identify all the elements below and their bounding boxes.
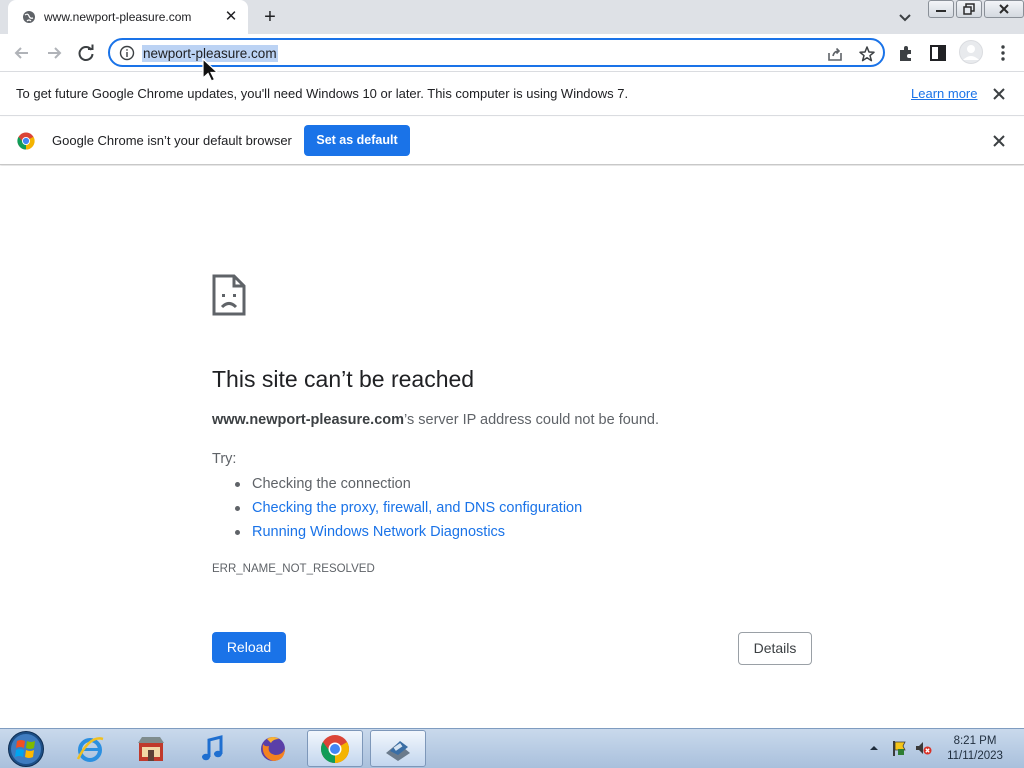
- browser-toolbar: newport-pleasure.com: [0, 34, 1024, 72]
- sad-page-icon: [212, 274, 246, 316]
- suggestion-link[interactable]: Running Windows Network Diagnostics: [232, 522, 582, 546]
- share-icon[interactable]: [826, 45, 844, 63]
- minimize-button[interactable]: [928, 0, 954, 18]
- suggestion-item: Checking the connection: [232, 474, 582, 498]
- suggestion-label[interactable]: Checking the proxy, firewall, and DNS co…: [252, 500, 582, 516]
- error-title: This site can’t be reached: [212, 366, 475, 392]
- reload-button[interactable]: Reload: [212, 632, 286, 663]
- screen: www.newport-pleasure.com ✕ + newport-ple…: [0, 0, 1024, 768]
- try-label: Try:: [212, 451, 237, 467]
- start-orb-icon[interactable]: [6, 730, 46, 768]
- side-panel-icon[interactable]: [928, 43, 948, 63]
- close-icon[interactable]: [991, 133, 1007, 149]
- chrome-icon: [321, 734, 349, 763]
- reload-icon[interactable]: [75, 42, 97, 64]
- action-center-flag-icon[interactable]: [890, 739, 908, 757]
- suggestion-link[interactable]: Checking the proxy, firewall, and DNS co…: [232, 498, 582, 522]
- update-infobar: To get future Google Chrome updates, you…: [0, 72, 1024, 116]
- menu-kebab-icon[interactable]: [993, 43, 1013, 63]
- forward-arrow-icon[interactable]: [43, 42, 65, 64]
- address-bar[interactable]: newport-pleasure.com: [108, 38, 885, 67]
- windows-taskbar: 8:21 PM 11/11/2023: [0, 728, 1024, 768]
- error-description: www.newport-pleasure.com’s server IP add…: [212, 412, 659, 428]
- bookmark-star-icon[interactable]: [858, 45, 876, 63]
- new-tab-button[interactable]: +: [259, 6, 281, 28]
- clock-date: 11/11/2023: [947, 750, 1003, 762]
- default-browser-infobar: Google Chrome isn’t your default browser…: [0, 117, 1024, 165]
- tab-strip: www.newport-pleasure.com ✕ +: [0, 0, 1024, 34]
- app-icon: [386, 740, 410, 761]
- error-code: ERR_NAME_NOT_RESOLVED: [212, 563, 375, 575]
- firefox-icon: [261, 736, 285, 761]
- suggestion-label: Checking the connection: [252, 476, 411, 492]
- info-icon[interactable]: [119, 45, 135, 61]
- taskbar-app[interactable]: [184, 730, 240, 767]
- back-arrow-icon[interactable]: [11, 42, 33, 64]
- update-message: To get future Google Chrome updates, you…: [16, 86, 629, 101]
- error-host: www.newport-pleasure.com: [212, 412, 405, 428]
- mouse-cursor-icon: [202, 58, 220, 82]
- taskbar-app[interactable]: [123, 730, 179, 767]
- person-icon: [963, 45, 979, 60]
- suggestion-label[interactable]: Running Windows Network Diagnostics: [252, 524, 505, 540]
- taskbar-app[interactable]: [245, 730, 301, 767]
- browser-tab[interactable]: www.newport-pleasure.com ✕: [8, 0, 248, 34]
- tab-title: www.newport-pleasure.com: [44, 10, 192, 24]
- set-as-default-button[interactable]: Set as default: [304, 125, 410, 156]
- globe-icon: [23, 11, 35, 23]
- default-browser-message: Google Chrome isn’t your default browser: [52, 133, 292, 148]
- close-window-button[interactable]: [984, 0, 1024, 18]
- error-page: This site can’t be reached www.newport-p…: [0, 166, 1024, 728]
- profile-avatar[interactable]: [959, 40, 983, 64]
- window-controls: [928, 0, 1024, 18]
- clock-time: 8:21 PM: [953, 735, 997, 747]
- chrome-logo-icon: [17, 132, 35, 150]
- itunes-icon: [202, 734, 223, 760]
- store-icon: [138, 736, 164, 761]
- show-hidden-icons-icon[interactable]: [869, 743, 879, 753]
- close-icon[interactable]: [991, 86, 1007, 102]
- extensions-puzzle-icon[interactable]: [896, 43, 916, 63]
- volume-muted-icon[interactable]: [914, 739, 932, 757]
- taskbar-app[interactable]: [370, 730, 426, 767]
- restore-button[interactable]: [956, 0, 982, 18]
- error-description-suffix: ’s server IP address could not be found.: [404, 412, 660, 428]
- tab-search-chevron-icon[interactable]: [896, 8, 914, 26]
- system-clock[interactable]: 8:21 PM 11/11/2023: [944, 734, 1006, 764]
- suggestion-list: Checking the connection Checking the pro…: [232, 474, 582, 546]
- internet-explorer-icon: [76, 736, 104, 762]
- tab-close-icon[interactable]: ✕: [222, 8, 240, 26]
- details-button[interactable]: Details: [738, 632, 812, 665]
- taskbar-app-active[interactable]: [307, 730, 363, 767]
- taskbar-app[interactable]: [62, 730, 118, 767]
- learn-more-link[interactable]: Learn more: [911, 86, 977, 101]
